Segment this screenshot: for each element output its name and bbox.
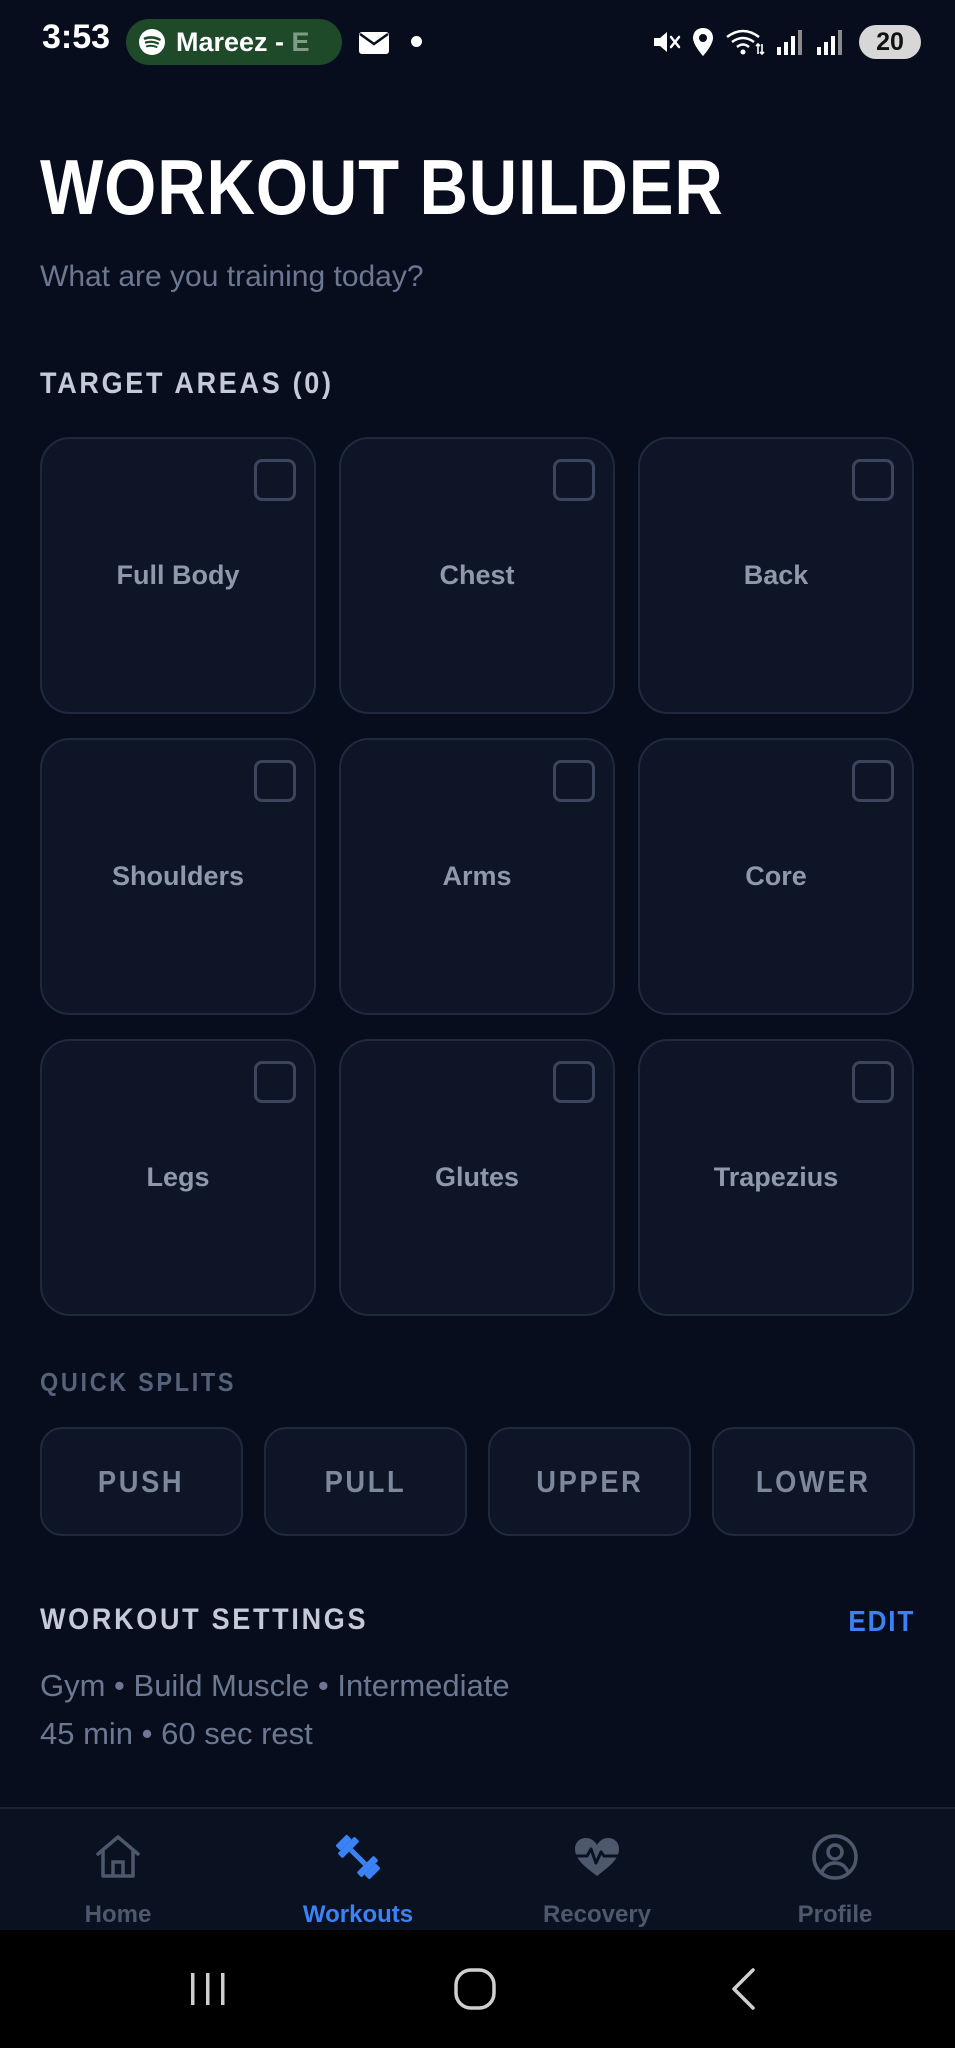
split-label: LOWER	[756, 1463, 871, 1499]
page-title: WORKOUT BUILDER	[40, 143, 724, 231]
workout-settings-heading: WORKOUT SETTINGS	[40, 1603, 369, 1636]
split-lower-button[interactable]: LOWER	[712, 1427, 915, 1536]
status-bar: 3:53 Mareez - E 20	[0, 0, 955, 84]
target-label: Chest	[439, 560, 515, 590]
nav-item-home[interactable]: Home	[18, 1829, 218, 1929]
target-label: Legs	[146, 1162, 210, 1192]
battery-indicator: 20	[859, 25, 921, 59]
settings-summary-line-2: 45 min • 60 sec rest	[40, 1716, 313, 1751]
recent-apps-button[interactable]	[138, 1930, 278, 2048]
nav-label-home: Home	[84, 1901, 152, 1928]
quick-splits-row: PUSH PULL UPPER LOWER	[40, 1427, 915, 1536]
checkbox[interactable]	[852, 1061, 894, 1103]
target-label: Full Body	[116, 560, 240, 590]
user-circle-icon	[812, 1834, 858, 1880]
nav-item-profile[interactable]: Profile	[735, 1829, 935, 1929]
media-title-fade: E	[291, 26, 310, 57]
split-pull-button[interactable]: PULL	[264, 1427, 467, 1536]
spotify-icon	[139, 29, 165, 55]
nav-label-workouts: Workouts	[302, 1901, 414, 1928]
status-icons: 20	[651, 22, 921, 62]
checkbox[interactable]	[254, 760, 296, 802]
home-system-button[interactable]	[405, 1930, 545, 2048]
nav-item-recovery[interactable]: Recovery	[497, 1829, 697, 1929]
target-card-legs[interactable]: Legs	[40, 1039, 316, 1316]
back-chevron-icon	[732, 1968, 755, 2010]
split-push-button[interactable]: PUSH	[40, 1427, 243, 1536]
target-label: Shoulders	[111, 861, 245, 891]
media-title: Mareez -	[176, 26, 292, 57]
page-subtitle: What are you training today?	[40, 260, 424, 293]
target-label: Core	[745, 861, 807, 891]
checkbox[interactable]	[254, 1061, 296, 1103]
dumbbell-icon	[335, 1834, 381, 1880]
nav-item-workouts[interactable]: Workouts	[258, 1829, 458, 1929]
nav-label-recovery: Recovery	[542, 1901, 652, 1928]
checkbox[interactable]	[553, 1061, 595, 1103]
target-label: Glutes	[434, 1162, 520, 1192]
status-time: 3:53	[42, 18, 111, 56]
signal-icon	[777, 30, 802, 55]
checkbox[interactable]	[553, 459, 595, 501]
target-card-core[interactable]: Core	[638, 738, 914, 1015]
edit-settings-button[interactable]: EDIT	[848, 1606, 915, 1639]
media-notification-pill[interactable]: Mareez - E	[126, 19, 342, 65]
target-card-full-body[interactable]: Full Body	[40, 437, 316, 714]
target-label: Trapezius	[713, 1162, 839, 1192]
target-areas-grid: Full Body Chest Back Shoulders Arms Core…	[40, 437, 915, 1316]
target-card-shoulders[interactable]: Shoulders	[40, 738, 316, 1015]
location-icon	[693, 28, 713, 56]
recent-apps-icon	[191, 1973, 225, 2005]
target-areas-heading: TARGET AREAS (0)	[40, 367, 334, 400]
home-circle-icon	[454, 1968, 496, 2010]
wifi-icon	[726, 29, 765, 56]
split-upper-button[interactable]: UPPER	[488, 1427, 691, 1536]
target-card-chest[interactable]: Chest	[339, 437, 615, 714]
target-label: Back	[743, 560, 809, 590]
target-card-back[interactable]: Back	[638, 437, 914, 714]
back-button[interactable]	[673, 1930, 813, 2048]
bottom-nav: Home Workouts Recovery Profile	[0, 1807, 955, 1932]
checkbox[interactable]	[254, 459, 296, 501]
split-label: PUSH	[98, 1463, 185, 1499]
checkbox[interactable]	[553, 760, 595, 802]
target-card-arms[interactable]: Arms	[339, 738, 615, 1015]
quick-splits-heading: QUICK SPLITS	[40, 1367, 237, 1397]
mail-icon	[359, 32, 389, 54]
home-icon	[96, 1835, 140, 1878]
split-label: PULL	[324, 1463, 407, 1499]
heart-pulse-icon	[573, 1838, 621, 1876]
notification-dot-icon	[411, 36, 422, 47]
checkbox[interactable]	[852, 760, 894, 802]
checkbox[interactable]	[852, 459, 894, 501]
mute-icon	[654, 32, 681, 52]
target-label: Arms	[442, 861, 512, 891]
system-nav-bar	[0, 1930, 955, 2048]
nav-label-profile: Profile	[797, 1901, 873, 1928]
settings-summary-line-1: Gym • Build Muscle • Intermediate	[40, 1668, 510, 1703]
target-card-glutes[interactable]: Glutes	[339, 1039, 615, 1316]
split-label: UPPER	[535, 1463, 644, 1499]
signal-icon-2	[817, 30, 842, 55]
target-card-trapezius[interactable]: Trapezius	[638, 1039, 914, 1316]
